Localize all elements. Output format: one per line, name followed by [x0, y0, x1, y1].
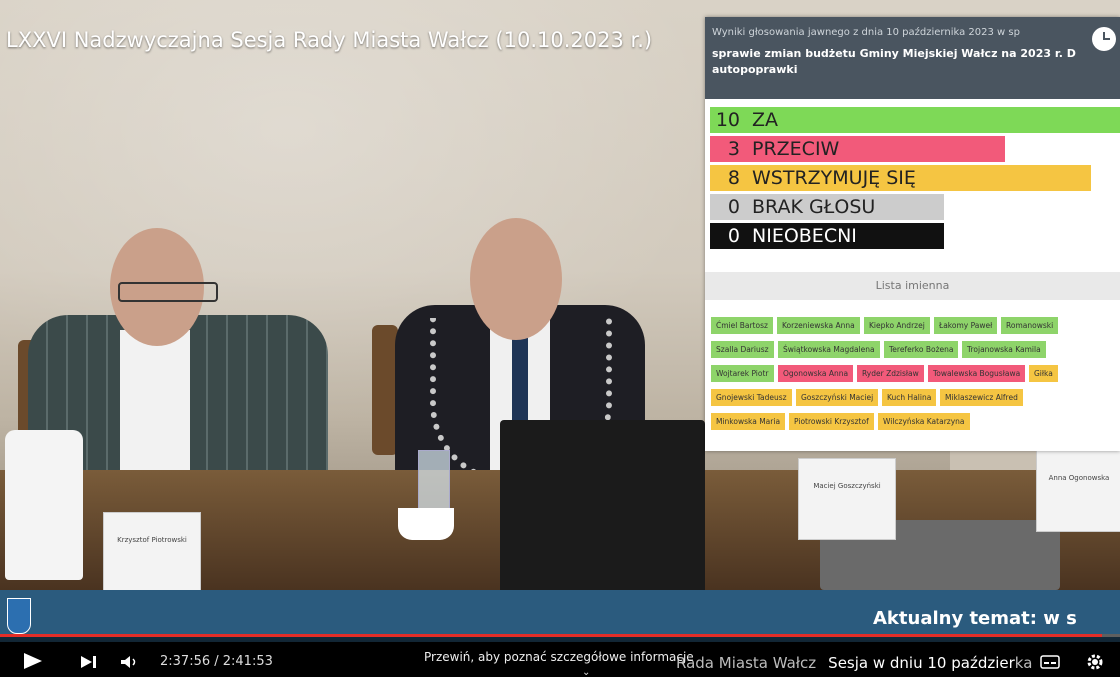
voting-results-panel: Wyniki głosowania jawnego z dnia 10 paźd… [705, 17, 1120, 451]
roll-call-name: Minkowska Maria [711, 413, 786, 430]
skip-next-icon [81, 656, 96, 668]
captions-icon [1040, 655, 1060, 669]
person-middle-head [470, 218, 562, 340]
video-player[interactable]: Krzysztof Piotrowski Maciej Goszczyński … [0, 0, 1120, 677]
roll-call-name: Gnojewski Tadeusz [711, 389, 792, 406]
vote-count: 0 [727, 196, 740, 218]
roll-call-name: Łakomy Paweł [934, 317, 998, 334]
water-glass [418, 450, 450, 512]
current-topic-label: Aktualny temat: [873, 608, 1037, 629]
roll-call-name: Wilczyńska Katarzyna [878, 413, 970, 430]
vote-count: 8 [727, 167, 740, 189]
vote-result-row: 3 PRZECIW [710, 136, 1005, 162]
clock-icon [1092, 27, 1116, 51]
progress-fill [0, 634, 1103, 637]
current-topic: Aktualny temat: w s [873, 608, 1077, 629]
next-button[interactable] [80, 654, 98, 673]
roll-call-name: Wojtarek Piotr [711, 365, 774, 382]
ticker-tail: ka [1014, 654, 1033, 672]
kettle [5, 430, 83, 580]
nameplate-right-text: Anna Ogonowska [1048, 474, 1110, 482]
vote-result-row: 0 BRAK GŁOSU [710, 194, 944, 220]
voting-header: Wyniki głosowania jawnego z dnia 10 paźd… [705, 17, 1120, 99]
roll-call-name: Ogonowska Anna [778, 365, 854, 382]
settings-button[interactable] [1085, 652, 1105, 676]
nameplate-middle-text: Maciej Goszczyński [813, 482, 881, 490]
roll-call-name: Ryder Zdzisław [857, 365, 924, 382]
roll-call-name: Kuch Halina [882, 389, 937, 406]
ticker-right: Sesja w dniu 10 paździer [828, 654, 1015, 672]
roll-call-name: Miklaszewicz Alfred [940, 389, 1023, 406]
vote-result-row: 0 NIEOBECNI [710, 223, 944, 249]
volume-button[interactable] [120, 654, 140, 673]
vote-label: BRAK GŁOSU [752, 196, 876, 218]
glasses [118, 282, 218, 302]
voting-header-subject: sprawie zmian budżetu Gminy Miejskiej Wa… [712, 47, 1076, 76]
roll-call-name: Korzeniewska Anna [777, 317, 860, 334]
roll-call-name: Ćmiel Bartosz [711, 317, 773, 334]
roll-call-name: Szalla Dariusz [711, 341, 774, 358]
vote-count: 0 [727, 225, 740, 247]
roll-call-name: Giłka [1029, 365, 1058, 382]
play-button[interactable] [22, 652, 44, 674]
play-icon [24, 653, 42, 669]
roll-call-name: Tereferko Bożena [884, 341, 959, 358]
vote-label: PRZECIW [752, 138, 840, 160]
video-title[interactable]: LXXVI Nadzwyczajna Sesja Rady Miasta Wał… [6, 28, 652, 52]
background-ticker: Rada Miasta Wałcz Sesja w dniu 10 paździe… [676, 654, 1032, 672]
captions-button[interactable] [1040, 654, 1060, 673]
voting-header-date: Wyniki głosowania jawnego z dnia 10 paźd… [712, 27, 1020, 38]
roll-call-name: Romanowski [1001, 317, 1059, 334]
seek-hint: Przewiń, aby poznać szczegółowe informac… [424, 650, 694, 664]
chevron-down-icon[interactable]: ⌄ [582, 667, 590, 677]
time-display: 2:37:56 / 2:41:53 [160, 654, 273, 669]
vote-result-row: 8 WSTRZYMUJĘ SIĘ [710, 165, 1091, 191]
current-topic-text: w s [1036, 608, 1077, 629]
roll-call-header: Lista imienna [705, 272, 1120, 300]
gear-icon [1087, 654, 1103, 670]
roll-call-name: Towalewska Bogusława [928, 365, 1026, 382]
roll-call-name: Świątkowska Magdalena [778, 341, 880, 358]
vote-result-row: 10 ZA [710, 107, 1120, 133]
vote-label: ZA [752, 109, 779, 131]
nameplate-left-text: Krzysztof Piotrowski [117, 536, 187, 544]
roll-call-name: Piotrowski Krzysztof [789, 413, 874, 430]
ticker-left: Rada Miasta Wałcz [676, 654, 817, 672]
roll-call-name: Goszczyński Maciej [796, 389, 879, 406]
vote-count: 10 [715, 109, 740, 131]
vote-count: 3 [727, 138, 740, 160]
nameplate-right: Anna Ogonowska [1036, 450, 1120, 532]
vote-label: WSTRZYMUJĘ SIĘ [752, 167, 916, 189]
nameplate-left: Krzysztof Piotrowski [103, 512, 201, 594]
city-crest-logo [7, 598, 31, 634]
coffee-cup [398, 508, 454, 540]
volume-icon [121, 656, 136, 668]
desk-monitor [500, 420, 705, 595]
roll-call-name: Trojanowska Kamila [962, 341, 1046, 358]
person-left-shirt [120, 330, 190, 480]
nameplate-middle: Maciej Goszczyński [798, 458, 896, 540]
progress-bar[interactable] [0, 634, 1120, 637]
vote-label: NIEOBECNI [752, 225, 857, 247]
roll-call-name: Kiepko Andrzej [864, 317, 930, 334]
